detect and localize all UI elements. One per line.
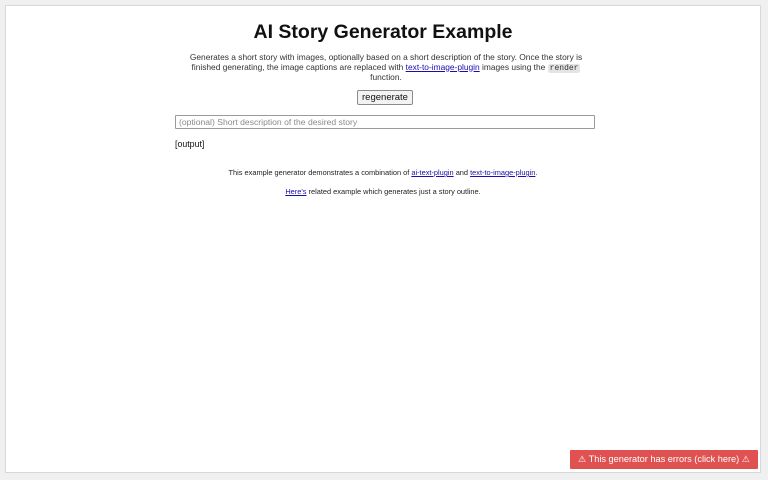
story-description-input[interactable]	[175, 115, 595, 129]
description-text-3: function.	[370, 72, 402, 82]
info-combination: This example generator demonstrates a co…	[6, 168, 760, 177]
info-middle: and	[453, 168, 471, 177]
related-example-link[interactable]: Here's	[285, 187, 306, 196]
render-code: render	[547, 63, 581, 73]
page-title: AI Story Generator Example	[253, 21, 513, 43]
regenerate-button[interactable]: regenerate	[357, 90, 413, 105]
text-to-image-plugin-link-2[interactable]: text-to-image-plugin	[470, 168, 535, 177]
description-text-2: images using the	[479, 61, 548, 72]
generator-errors-button[interactable]: ⚠ This generator has errors (click here)…	[570, 450, 758, 469]
related-example-text: related example which generates just a s…	[306, 187, 481, 196]
description: Generates a short story with images, opt…	[179, 52, 593, 83]
text-to-image-plugin-link[interactable]: text-to-image-plugin	[406, 62, 480, 72]
ai-text-plugin-link[interactable]: ai-text-plugin	[411, 168, 453, 177]
info-suffix: .	[535, 168, 538, 177]
page-container: AI Story Generator Example Generates a s…	[5, 5, 761, 473]
output-area: [output]	[175, 139, 205, 149]
info-related-example: Here's related example which generates j…	[6, 187, 760, 196]
info-prefix: This example generator demonstrates a co…	[228, 168, 412, 177]
